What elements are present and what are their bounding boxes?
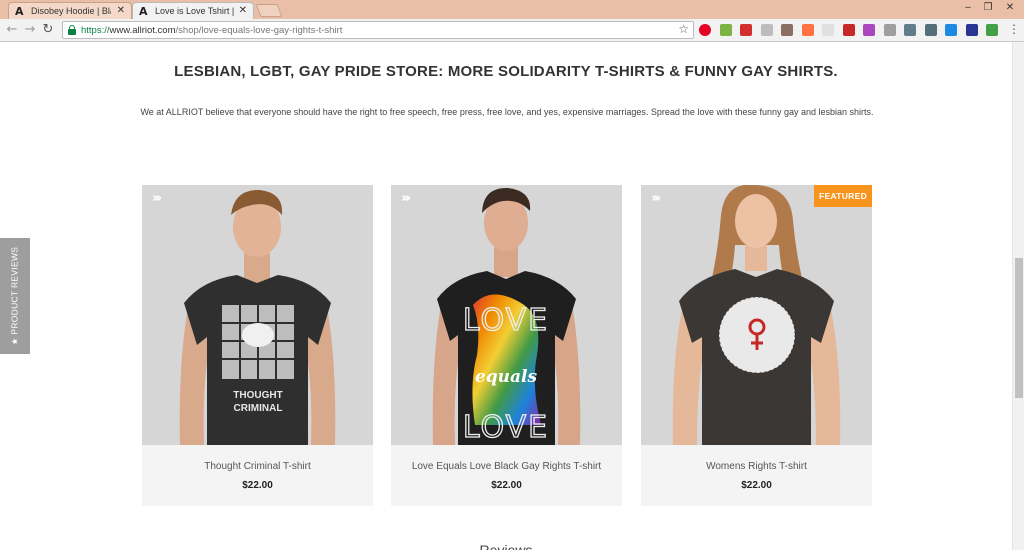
tab-title: Disobey Hoodie | Black D	[31, 6, 111, 16]
forward-arrow-icon[interactable]: →	[22, 22, 38, 37]
svg-text:CRIMINAL: CRIMINAL	[234, 403, 283, 414]
allriot-favicon-icon: A	[15, 5, 24, 18]
scrollbar-thumb[interactable]	[1015, 258, 1023, 398]
extension-pen-icon[interactable]	[781, 24, 793, 36]
product-reviews-tab[interactable]: ★ PRODUCT REVIEWS	[0, 238, 30, 354]
close-tab-icon[interactable]: ✕	[117, 5, 125, 16]
featured-badge: FEATURED	[814, 185, 872, 207]
model-love-equals-love-shirt: LOVE equals LOVE	[391, 185, 622, 445]
product-info[interactable]: Love Equals Love Black Gay Rights T-shir…	[391, 445, 622, 506]
back-arrow-icon[interactable]: ←	[4, 22, 20, 37]
extension-orange-icon[interactable]	[801, 24, 814, 36]
product-card-womens-rights[interactable]: ››› FEATURED Womens Rights T-shirt $22.0…	[641, 185, 872, 506]
page-title: LESBIAN, LGBT, GAY PRIDE STORE: MORE SOL…	[174, 63, 838, 80]
browser-tab-bar: A Disobey Hoodie | Black D ✕ A Love is L…	[0, 0, 1024, 19]
restore-window-icon[interactable]: ❐	[980, 2, 996, 13]
product-card-love-equals-love[interactable]: LOVE equals LOVE ››› Love Equals Love Bl…	[391, 185, 622, 506]
extension-box-icon[interactable]	[883, 24, 896, 36]
extension-blue-icon[interactable]	[945, 24, 957, 36]
product-reviews-label: ★ PRODUCT REVIEWS	[9, 246, 20, 346]
url-scheme: https://	[81, 25, 110, 36]
url-host: www.allriot.com	[109, 25, 176, 36]
reload-icon[interactable]: ↻	[40, 22, 56, 37]
svg-text:equals: equals	[475, 367, 538, 387]
product-info[interactable]: Thought Criminal T-shirt $22.00	[142, 445, 373, 506]
quick-view-arrows-icon[interactable]: ›››	[401, 191, 411, 206]
extension-green-icon[interactable]	[719, 24, 732, 36]
product-image[interactable]: LOVE equals LOVE ›››	[391, 185, 622, 445]
extension-navy-icon[interactable]	[965, 24, 978, 36]
intro-text: We at ALLRIOT believe that everyone shou…	[140, 107, 874, 117]
quick-view-arrows-icon[interactable]: ›››	[152, 191, 162, 206]
model-womens-rights-shirt	[641, 185, 872, 445]
extension-gray-icon[interactable]	[760, 24, 773, 36]
browser-menu-icon[interactable]: ⋮	[1008, 22, 1020, 36]
address-bar[interactable]: https://www.allriot.com/shop/love-equals…	[62, 21, 694, 39]
browser-toolbar: ← → ↻ https://www.allriot.com/shop/love-…	[0, 19, 1024, 42]
tab-title: Love is Love Tshirt | Func	[155, 6, 235, 16]
page-content: LESBIAN, LGBT, GAY PRIDE STORE: MORE SOL…	[0, 42, 1012, 550]
svg-text:THOUGHT: THOUGHT	[233, 390, 282, 401]
pinterest-icon[interactable]	[699, 24, 711, 36]
quick-view-arrows-icon[interactable]: ›››	[651, 191, 661, 206]
product-price: $22.00	[491, 480, 522, 491]
close-window-icon[interactable]: ✕	[1002, 2, 1018, 13]
url-path: /shop/love-equals-love-gay-rights-t-shir…	[175, 25, 343, 36]
page-scrollbar[interactable]	[1012, 42, 1024, 550]
url-text: https://www.allriot.com/shop/love-equals…	[81, 25, 342, 36]
bookmark-star-icon[interactable]: ☆	[678, 22, 689, 36]
product-image[interactable]: ››› FEATURED	[641, 185, 872, 445]
extension-flower-icon[interactable]	[863, 24, 875, 36]
product-price: $22.00	[242, 480, 273, 491]
close-tab-icon[interactable]: ✕	[239, 5, 247, 16]
product-info[interactable]: Womens Rights T-shirt $22.00	[641, 445, 872, 506]
browser-tab-love-is-love[interactable]: A Love is Love Tshirt | Func ✕	[132, 2, 254, 19]
extension-refresh-icon[interactable]	[986, 24, 998, 36]
lock-icon	[68, 25, 76, 35]
product-card-thought-criminal[interactable]: THOUGHT CRIMINAL ››› Thought Criminal T-…	[142, 185, 373, 506]
allriot-favicon-icon: A	[139, 5, 148, 18]
browser-tab-disobey-hoodie[interactable]: A Disobey Hoodie | Black D ✕	[8, 2, 132, 19]
product-name[interactable]: Womens Rights T-shirt	[641, 461, 872, 472]
reviews-heading: Reviews	[479, 542, 533, 550]
product-price: $22.00	[741, 480, 772, 491]
svg-text:LOVE: LOVE	[463, 410, 549, 445]
search-extension-icon[interactable]	[924, 24, 937, 36]
extension-red-icon[interactable]	[740, 24, 752, 36]
product-image[interactable]: THOUGHT CRIMINAL ›››	[142, 185, 373, 445]
product-name[interactable]: Love Equals Love Black Gay Rights T-shir…	[391, 461, 622, 472]
new-tab-button[interactable]	[255, 4, 283, 17]
minimize-window-icon[interactable]: –	[960, 2, 976, 13]
product-name[interactable]: Thought Criminal T-shirt	[142, 461, 373, 472]
model-thought-criminal-shirt: THOUGHT CRIMINAL	[142, 185, 373, 445]
extension-moon-icon[interactable]	[904, 24, 916, 36]
extension-light-icon[interactable]	[822, 24, 834, 36]
extension-marker-icon[interactable]	[842, 24, 855, 36]
svg-text:LOVE: LOVE	[463, 303, 549, 338]
